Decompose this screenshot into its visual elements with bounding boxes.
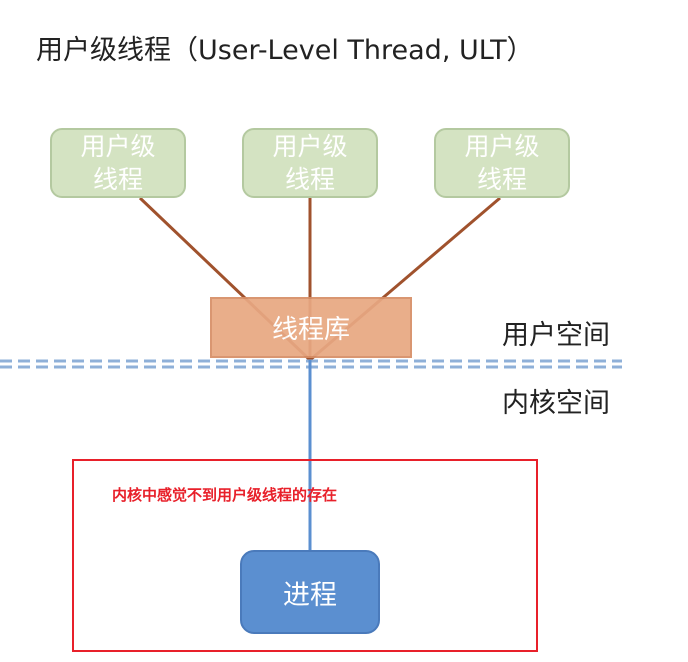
user-thread-label-line2: 线程 [92,165,143,194]
thread-library-label: 线程库 [271,315,350,345]
process-box: 进程 [240,550,380,634]
process-label: 进程 [283,579,337,611]
user-thread-box-2: 用户级 线程 [242,128,378,198]
user-thread-box-1: 用户级 线程 [50,128,186,198]
user-thread-label: 用户级 线程 [255,130,365,196]
user-thread-label: 用户级 线程 [63,130,173,196]
kernel-space-label: 内核空间 [502,388,610,419]
user-thread-label-line2: 线程 [476,165,527,194]
user-thread-label-line1: 用户级 [464,132,540,161]
user-thread-box-3: 用户级 线程 [434,128,570,198]
user-thread-label-line1: 用户级 [80,132,156,161]
page-title: 用户级线程（User-Level Thread, ULT） [36,35,534,66]
user-space-label: 用户空间 [502,320,610,351]
user-thread-label-line2: 线程 [284,165,335,194]
thread-library-box: 线程库 [210,297,412,358]
kernel-note: 内核中感觉不到用户级线程的存在 [112,486,338,504]
user-thread-label: 用户级 线程 [447,130,557,196]
user-thread-label-line1: 用户级 [272,132,348,161]
